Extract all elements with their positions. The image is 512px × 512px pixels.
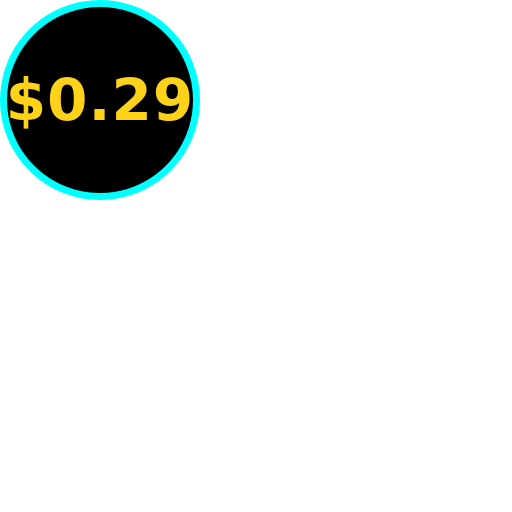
price-badge: $0.29 bbox=[0, 0, 200, 200]
price-label: $0.29 bbox=[5, 66, 195, 134]
